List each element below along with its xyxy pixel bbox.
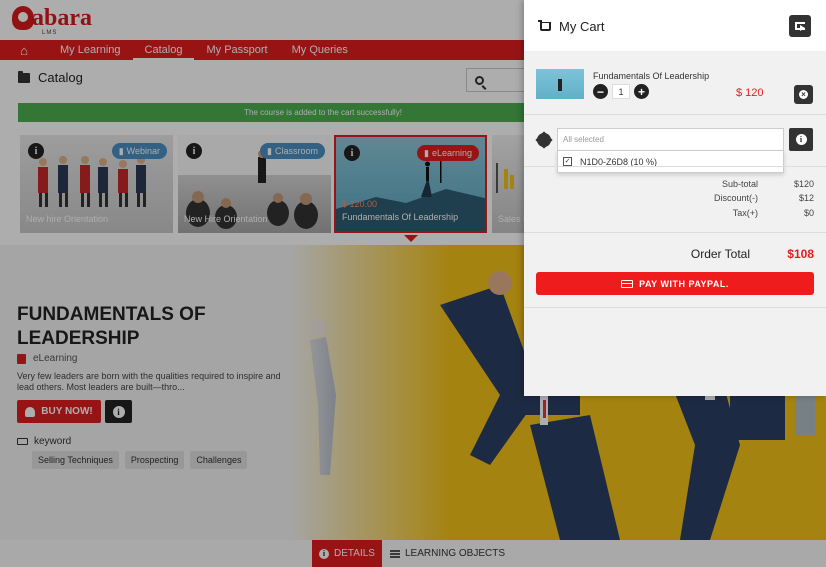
cart-item-price: $ 120	[736, 87, 764, 99]
shopping-cart-icon	[538, 20, 551, 31]
cart-item-thumbnail	[536, 69, 584, 99]
divider	[524, 232, 826, 233]
coupon-badge-icon	[537, 133, 551, 147]
close-cart-button[interactable]	[789, 15, 811, 37]
summary-tax: Tax(+) $0	[732, 208, 814, 218]
remove-item-button[interactable]: ×	[794, 85, 813, 104]
quantity-value[interactable]: 1	[612, 84, 630, 99]
quantity-stepper: − 1 +	[593, 84, 649, 99]
close-icon: ×	[799, 90, 808, 99]
decrease-qty-button[interactable]: −	[593, 84, 608, 99]
checkbox-checked-icon[interactable]: ✓	[563, 157, 572, 166]
sign-out-icon	[795, 22, 805, 31]
divider	[524, 166, 826, 167]
cart-panel: My Cart Fundamentals Of Leadership − 1 +…	[524, 0, 826, 396]
credit-card-icon	[621, 279, 634, 288]
increase-qty-button[interactable]: +	[634, 84, 649, 99]
coupon-option-label: N1D0-Z6D8 (10 %)	[580, 156, 658, 167]
divider	[524, 307, 826, 308]
order-total: Order Total $108	[690, 247, 814, 261]
coupon-info-button[interactable]: i	[789, 128, 813, 151]
info-icon: i	[795, 134, 807, 145]
summary-subtotal: Sub-total $120	[721, 179, 814, 189]
coupon-select[interactable]: All selected	[557, 128, 784, 151]
divider	[524, 114, 826, 115]
cart-item-name: Fundamentals Of Leadership	[593, 71, 710, 81]
cart-header: My Cart	[524, 0, 826, 52]
cart-body: Fundamentals Of Leadership − 1 + $ 120 ×	[524, 52, 826, 396]
coupon-option[interactable]: ✓ N1D0-Z6D8 (10 %)	[557, 150, 784, 173]
pay-with-paypal-button[interactable]: PAY WITH PAYPAL.	[536, 272, 814, 295]
cart-title: My Cart	[538, 19, 605, 34]
summary-discount: Discount(-) $12	[713, 193, 814, 203]
